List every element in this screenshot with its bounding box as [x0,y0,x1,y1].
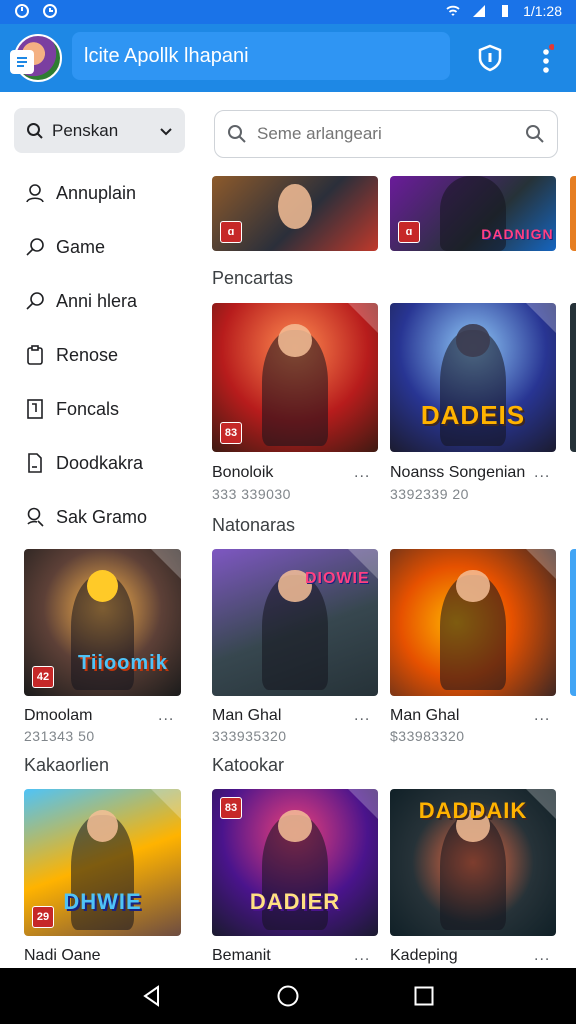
game-tile[interactable] [570,303,576,452]
section-title: Pencartas [212,268,294,288]
game-count: $33983320 [390,728,465,744]
game-logo: DADIER [249,889,341,915]
more-options-button[interactable]: ... [534,707,550,725]
game-logo: Tiioomik [77,652,168,675]
more-options-button[interactable]: ... [354,947,370,965]
status-bar: 1/1:28 [0,0,576,24]
more-options-button[interactable]: ... [354,464,370,482]
document-icon [10,50,34,74]
search-icon [26,292,44,310]
game-count: 3392339 20 [390,486,469,502]
game-title[interactable]: Dmoolam [24,707,92,725]
game-title[interactable]: Nadi Oane [24,947,101,965]
battery-icon [502,5,509,17]
game-badge: 42 [32,666,54,688]
status-time: 1/1:28 [523,3,562,19]
user-icon [26,184,44,203]
game-title[interactable]: Bonoloik [212,464,273,482]
sidebar-item-label: Annuplain [56,182,137,203]
game-tile[interactable] [390,549,556,696]
sidebar-item-label: Anni hlera [56,290,138,311]
sidebar-item-label: Game [56,236,106,257]
file-icon [28,453,42,473]
search-box[interactable] [214,110,558,158]
sidebar-item-renose[interactable]: Renose [24,328,194,382]
sidebar-item-label: Foncals [56,398,120,419]
sidebar-item-label: Sak Gramo [56,506,148,527]
game-logo: DIOWIE [305,569,370,587]
game-title[interactable]: Kadeping [390,947,458,965]
game-badge: ɑ [398,221,420,243]
shield-icon[interactable] [476,44,504,72]
search-icon [26,238,44,256]
more-options-button[interactable]: ... [534,947,550,965]
game-badge: 83 [220,422,242,444]
clipboard-icon [27,345,43,365]
app-title-field[interactable]: lcite Apollk lhapani [72,32,450,80]
game-tile[interactable]: 83 [212,303,378,452]
game-count: 333935320 [212,728,287,744]
game-tile[interactable]: ɑ DADNIGN [390,176,556,251]
more-options-button[interactable]: ... [534,464,550,482]
game-tile[interactable] [570,176,576,251]
game-tile[interactable]: DIOWIE [212,549,378,696]
game-title[interactable]: Man Ghal [390,707,459,725]
back-icon[interactable] [140,984,164,1008]
game-badge: ɑ [220,221,242,243]
section-title: Katookar [212,755,285,775]
game-tile[interactable] [570,549,576,696]
sidebar-item-anni-hlera[interactable]: Anni hlera [24,274,194,328]
wifi-icon [446,5,460,16]
sidebar-item-annuplain[interactable]: Annuplain [24,166,194,220]
game-count: 231343 50 [24,728,95,744]
filter-label: Penskan [52,120,119,140]
search-icon [228,125,246,143]
sidebar-item-doodkakra[interactable]: Doodkakra [24,436,194,490]
game-logo: DADNIGN [481,226,554,242]
sidebar: Annuplain Game Anni hlera Renose Foncals… [24,166,194,544]
search-input[interactable] [257,124,525,144]
game-title[interactable]: Man Ghal [212,707,281,725]
signal-icon [473,5,486,17]
clock-icon [43,4,57,18]
home-icon[interactable] [276,984,300,1008]
filter-dropdown[interactable]: Penskan [14,108,185,153]
system-navigation-bar [0,968,576,1024]
sidebar-item-label: Renose [56,344,119,365]
game-title[interactable]: Noanss Songenian [390,464,525,482]
recents-icon[interactable] [412,984,436,1008]
search-icon[interactable] [525,124,545,144]
game-tile[interactable]: DADDAIK [390,789,556,936]
search-icon [27,122,43,139]
app-screen: 1/1:28 lcite Apollk lhapani Penskan Annu… [0,0,576,1024]
app-bar: lcite Apollk lhapani [0,24,576,92]
sidebar-item-label: Doodkakra [56,452,144,473]
document-icon [27,399,43,419]
game-logo: DHWIE [63,889,142,915]
game-badge: 83 [220,797,242,819]
more-options-button[interactable]: ... [158,707,174,725]
game-logo: DADDAIK [418,797,528,823]
sidebar-item-sak-gramo[interactable]: Sak Gramo [24,490,194,544]
sidebar-item-foncals[interactable]: Foncals [24,382,194,436]
chevron-down-icon [160,127,172,135]
game-count: 333 339030 [212,486,291,502]
game-tile[interactable]: 42 Tiioomik [24,549,181,696]
game-tile[interactable]: DADEIS [390,303,556,452]
search-user-icon [27,507,44,527]
game-tile[interactable]: ɑ [212,176,378,251]
more-options-button[interactable]: ... [354,707,370,725]
section-title: Kakaorlien [24,755,110,775]
game-tile[interactable]: 83 DADIER [212,789,378,936]
section-title: Natonaras [212,515,296,535]
game-title[interactable]: Bemanit [212,947,271,965]
sidebar-item-game[interactable]: Game [24,220,194,274]
notification-icon [15,4,29,18]
overflow-menu-icon[interactable] [538,42,554,76]
game-tile[interactable]: 29 DHWIE [24,789,181,936]
game-logo: DADEIS [420,400,526,431]
